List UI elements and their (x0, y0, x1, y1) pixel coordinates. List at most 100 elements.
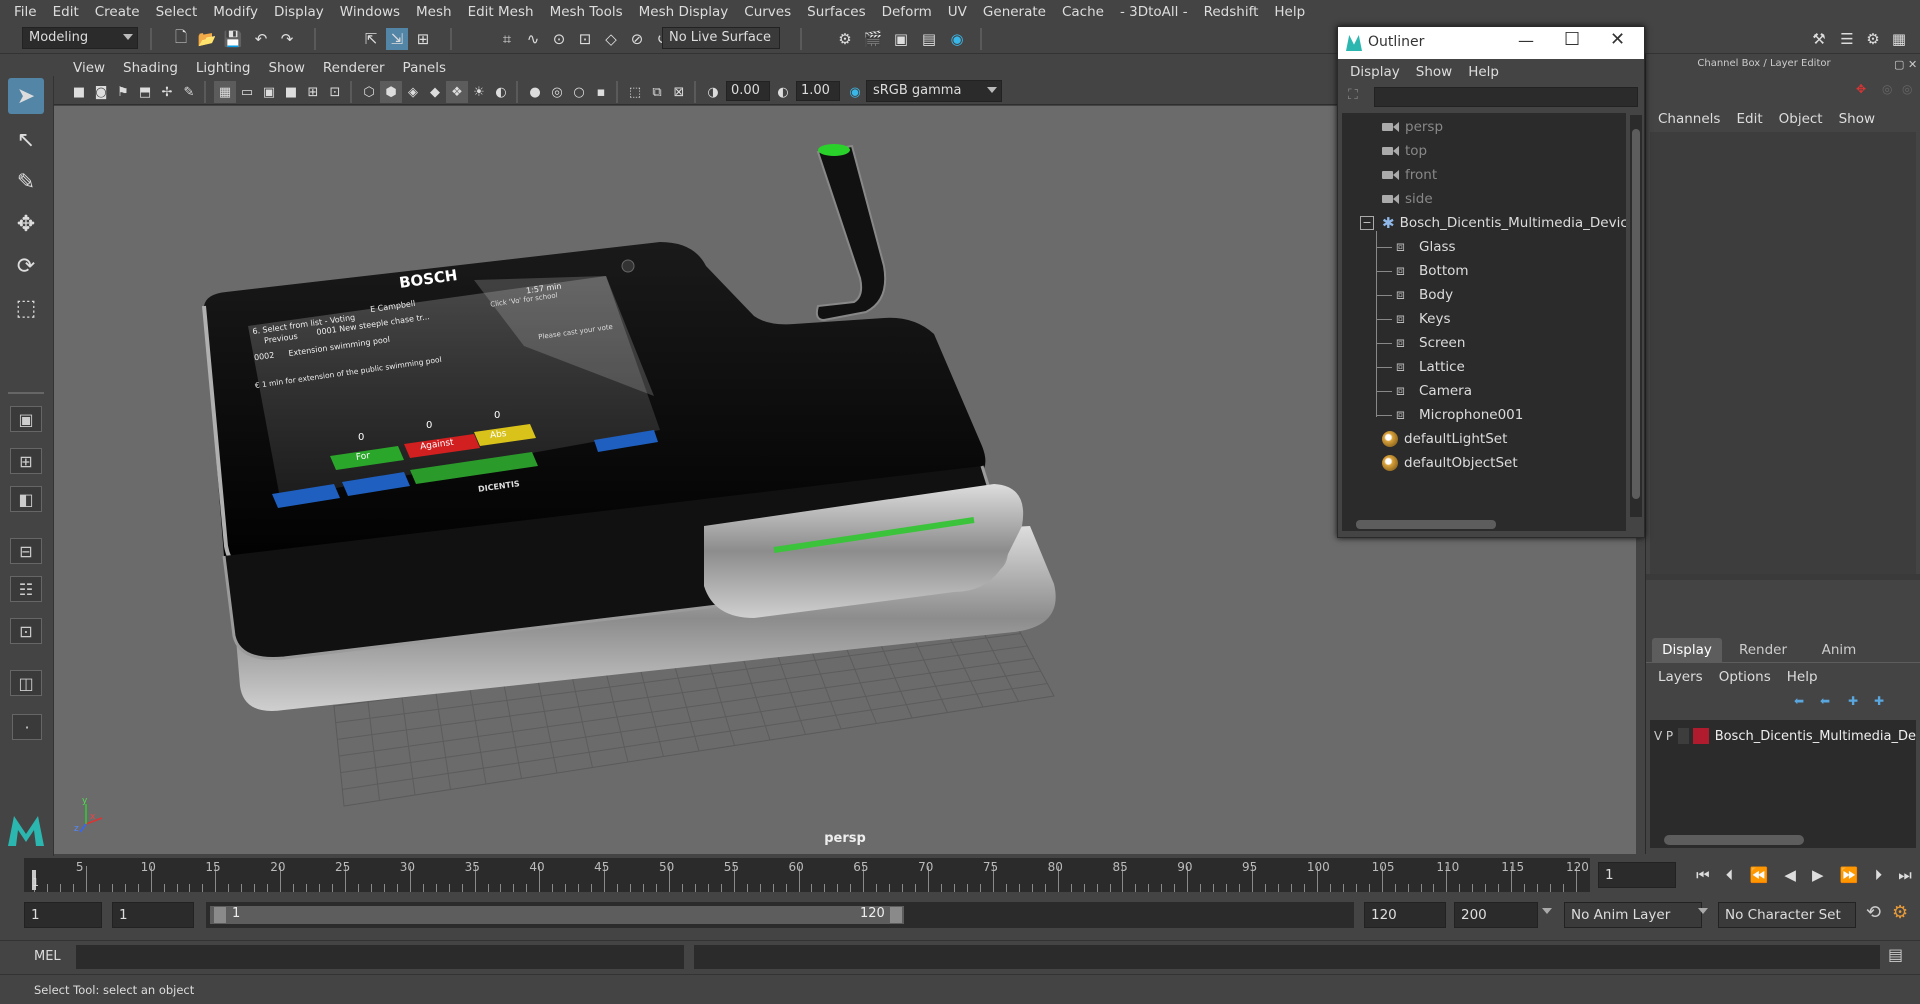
minimize-icon[interactable]: — (1518, 31, 1534, 50)
smooth-shade-icon[interactable]: ⬢ (380, 81, 402, 103)
single-perspective-layout-icon[interactable]: ▣ (10, 406, 42, 432)
layer-visibility-toggle[interactable]: V (1654, 729, 1666, 743)
select-object-icon[interactable]: ⇲ (386, 28, 408, 50)
menu-display[interactable]: Display (266, 4, 332, 20)
hypershade-icon[interactable]: ◉ (946, 28, 968, 50)
backface-culling-icon[interactable]: ⊠ (668, 81, 690, 103)
wireframe-on-shaded-icon[interactable]: ◈ (402, 81, 424, 103)
viewport-menu-lighting[interactable]: Lighting (187, 60, 260, 76)
tool-settings-icon[interactable]: ⚙ (1862, 28, 1884, 50)
range-slider[interactable]: 1 120 (206, 902, 906, 928)
field-chart-icon[interactable]: ⊞ (302, 81, 324, 103)
xray-icon[interactable]: ⬚ (624, 81, 646, 103)
gate-mask-icon[interactable]: ■ (280, 81, 302, 103)
outliner-hscrollbar[interactable] (1342, 517, 1626, 531)
bookmark-icon[interactable]: ⚑ (112, 81, 134, 103)
four-view-layout-icon[interactable]: ⊞ (10, 448, 42, 474)
outliner-menu-display[interactable]: Display (1342, 64, 1408, 80)
outliner-item-defaultlightset[interactable]: defaultLightSet (1382, 427, 1507, 451)
viewport-menu-shading[interactable]: Shading (114, 60, 187, 76)
viewport-menu-panels[interactable]: Panels (394, 60, 455, 76)
camera-select-icon[interactable]: ■ (68, 81, 90, 103)
menu-windows[interactable]: Windows (332, 4, 408, 20)
layer-menu-layers[interactable]: Layers (1650, 669, 1711, 685)
menu-mesh[interactable]: Mesh (408, 4, 460, 20)
float-panel-icon[interactable]: ▢ (1894, 58, 1908, 71)
move-layer-up-icon[interactable]: ⬅ (1794, 694, 1804, 708)
open-scene-icon[interactable]: 📂 (196, 28, 218, 50)
image-plane-icon[interactable]: ⬒ (134, 81, 156, 103)
viewport-menu-view[interactable]: View (64, 60, 114, 76)
channelbox-menu-object[interactable]: Object (1771, 111, 1831, 127)
outliner-vscrollbar[interactable] (1630, 115, 1642, 517)
render-view-icon[interactable]: ▤ (918, 28, 940, 50)
film-gate-icon[interactable]: ▭ (236, 81, 258, 103)
menu-edit[interactable]: Edit (45, 4, 87, 20)
viewport-menu-show[interactable]: Show (259, 60, 313, 76)
collapse-icon[interactable]: − (1360, 216, 1374, 230)
menu-create[interactable]: Create (87, 4, 148, 20)
outliner-item-front[interactable]: front (1382, 163, 1437, 187)
paint-select-tool-icon[interactable]: ✎ (8, 164, 44, 200)
menu-surfaces[interactable]: Surfaces (799, 4, 873, 20)
step-forward-frame-icon[interactable]: ⏵ (1875, 866, 1883, 884)
new-scene-icon[interactable]: 🗋 (170, 28, 192, 50)
layer-row[interactable]: V P Bosch_Dicentis_Multimedia_De (1654, 726, 1916, 746)
channel-box-icon[interactable]: ▦ (1888, 28, 1910, 50)
layer-playback-toggle[interactable]: P (1666, 729, 1678, 743)
outliner-item-glass[interactable]: ⧈ Glass (1376, 235, 1456, 259)
range-end-field[interactable]: 200 (1454, 902, 1538, 928)
outliner-item-camera[interactable]: ⧈ Camera (1376, 379, 1472, 403)
menu-uv[interactable]: UV (940, 4, 975, 20)
menu-modify[interactable]: Modify (205, 4, 266, 20)
outliner-item-defaultobjectset[interactable]: defaultObjectSet (1382, 451, 1518, 475)
range-start-field[interactable]: 1 (24, 902, 102, 928)
channelbox-menu-show[interactable]: Show (1831, 111, 1883, 127)
outliner-item-persp[interactable]: persp (1382, 115, 1443, 139)
layer-menu-help[interactable]: Help (1779, 669, 1826, 685)
use-all-lights-icon[interactable]: ❖ (446, 81, 468, 103)
outliner-menu-show[interactable]: Show (1408, 64, 1460, 80)
select-hierarchy-icon[interactable]: ⇱ (360, 28, 382, 50)
scroll-thumb[interactable] (1356, 520, 1496, 529)
two-d-pan-icon[interactable]: ✢ (156, 81, 178, 103)
snap-grid-icon[interactable]: ⌗ (496, 28, 518, 50)
viewport-menu-renderer[interactable]: Renderer (314, 60, 394, 76)
redo-icon[interactable]: ↷ (276, 28, 298, 50)
undo-icon[interactable]: ↶ (250, 28, 272, 50)
play-backward-icon[interactable]: ◀ (1784, 866, 1796, 884)
render-frame-icon[interactable]: 🎬 (862, 28, 884, 50)
rotate-tool-icon[interactable]: ⟳ (8, 248, 44, 284)
outliner-item-keys[interactable]: ⧈ Keys (1376, 307, 1451, 331)
menu-mesh-tools[interactable]: Mesh Tools (542, 4, 631, 20)
menu-cache[interactable]: Cache (1054, 4, 1112, 20)
chevron-down-icon[interactable] (1698, 908, 1708, 914)
channel-options-icon[interactable]: ◎ (1882, 82, 1898, 98)
menu-generate[interactable]: Generate (975, 4, 1054, 20)
outliner-item-top[interactable]: top (1382, 139, 1427, 163)
persp-uv-layout-icon[interactable]: ⊡ (10, 618, 42, 644)
outliner-search-input[interactable] (1374, 87, 1638, 107)
layer-menu-options[interactable]: Options (1711, 669, 1779, 685)
modeling-toolkit-icon[interactable]: ⚒ (1808, 28, 1830, 50)
xray-joints-icon[interactable]: ⧉ (646, 81, 668, 103)
lasso-tool-icon[interactable]: ↖ (8, 122, 44, 158)
custom-layout-icon[interactable]: ◫ (10, 670, 42, 696)
outliner-item-screen[interactable]: ⧈ Screen (1376, 331, 1465, 355)
auto-key-icon[interactable]: ⟲ (1866, 902, 1881, 923)
scale-tool-icon[interactable]: ⬚ (8, 290, 44, 326)
outliner-item-microphone001[interactable]: ⧈ Microphone001 (1376, 403, 1523, 427)
gamma-field[interactable]: 1.00 (796, 81, 840, 101)
isolate-select-icon[interactable]: ▪ (590, 81, 612, 103)
menu-3dtoall[interactable]: - 3DtoAll - (1112, 4, 1196, 20)
attribute-editor-icon[interactable]: ☰ (1836, 28, 1858, 50)
anim-layer-dropdown[interactable]: No Anim Layer (1564, 902, 1702, 928)
new-layer-selected-icon[interactable]: ✚ (1874, 694, 1884, 708)
layer-hscrollbar[interactable] (1650, 832, 1916, 848)
character-set-dropdown[interactable]: No Character Set (1718, 902, 1856, 928)
range-start-handle[interactable] (214, 907, 226, 923)
go-to-start-icon[interactable]: ⏮ (1696, 866, 1710, 884)
ipr-render-icon[interactable]: ▣ (890, 28, 912, 50)
step-back-frame-icon[interactable]: ⏴ (1726, 866, 1734, 884)
menu-deform[interactable]: Deform (874, 4, 940, 20)
